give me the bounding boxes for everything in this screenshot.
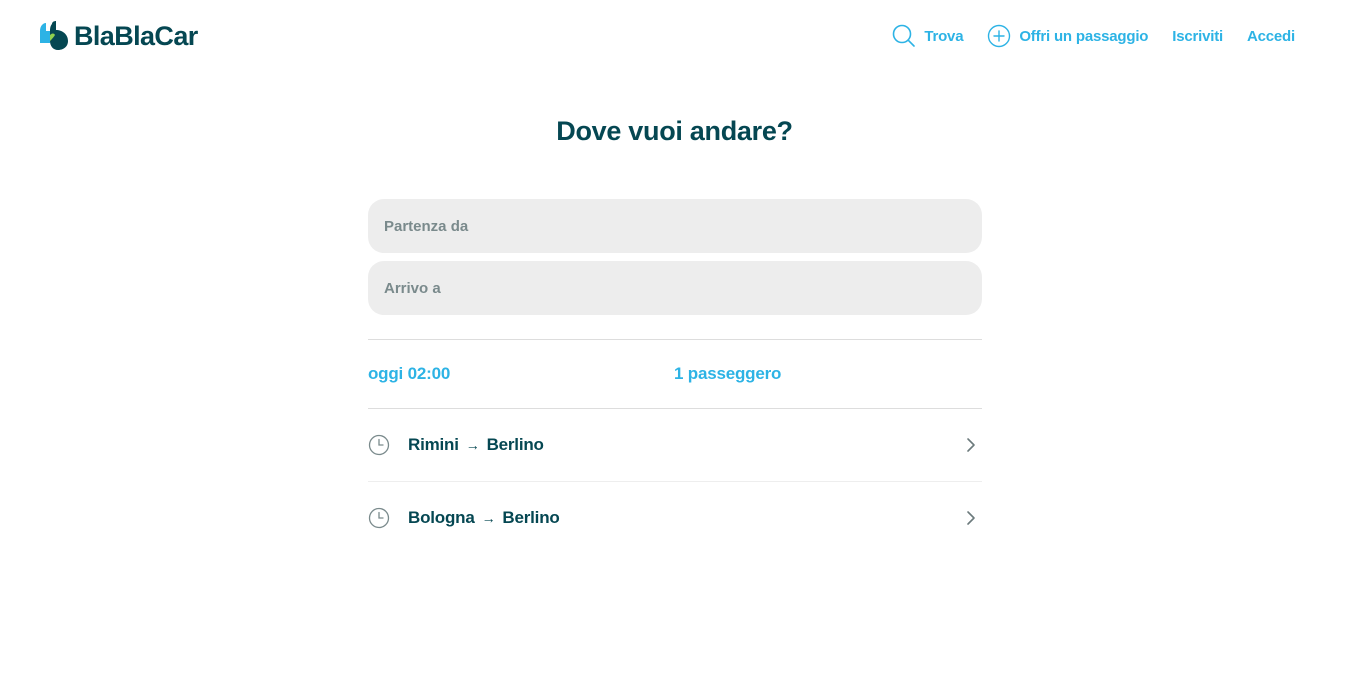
nav-offer-ride-label: Offri un passaggio: [1019, 27, 1149, 45]
route-origin: Rimini: [408, 435, 459, 454]
chevron-right-icon: [967, 438, 975, 452]
page-title: Dove vuoi andare?: [556, 116, 793, 146]
date-time-selector[interactable]: oggi 02:00: [368, 364, 674, 384]
nav-login-link[interactable]: Accedi: [1247, 28, 1295, 45]
chevron-right-icon: [967, 511, 975, 525]
blablacar-logo-mark-icon: [40, 21, 68, 50]
nav-find-link[interactable]: Trova: [892, 24, 964, 48]
recent-search-item[interactable]: Rimini → Berlino: [368, 409, 982, 481]
brand-name: BlaBlaCar: [74, 20, 198, 51]
search-icon: [893, 24, 916, 47]
route-arrow-icon: →: [481, 509, 496, 526]
route-destination: Berlino: [486, 435, 544, 454]
nav-offer-ride-link[interactable]: Offri un passaggio: [987, 24, 1148, 48]
route-arrow-icon: →: [465, 437, 480, 453]
route-destination: Berlino: [502, 507, 560, 527]
recent-search-item[interactable]: Bologna → Berlino: [368, 481, 982, 553]
recent-search-route: Bologna → Berlino: [408, 508, 560, 528]
top-nav: Trova Offri un passaggio Iscriviti Acced…: [892, 22, 1295, 50]
top-header: BlaBlaCar Trova Offri un passaggio Iscri…: [0, 0, 1349, 72]
nav-signup-label: Iscriviti: [1172, 27, 1223, 45]
departure-input[interactable]: [368, 199, 982, 253]
nav-login-label: Accedi: [1247, 27, 1295, 45]
plus-circle-icon: [988, 24, 1011, 48]
arrival-input[interactable]: [368, 261, 982, 315]
clock-icon: [368, 434, 390, 456]
blablacar-logo[interactable]: BlaBlaCar: [38, 19, 198, 53]
route-origin: Bologna: [408, 507, 475, 527]
search-options-row: oggi 02:00 1 passeggero: [368, 340, 982, 408]
nav-find-label: Trova: [924, 27, 964, 45]
recent-search-route: Rimini → Berlino: [408, 435, 544, 455]
passengers-selector[interactable]: 1 passeggero: [674, 364, 781, 384]
clock-icon: [368, 507, 390, 528]
nav-signup-link[interactable]: Iscriviti: [1172, 28, 1223, 45]
search-form: oggi 02:00 1 passeggero Rimini → Berlino…: [368, 199, 982, 553]
